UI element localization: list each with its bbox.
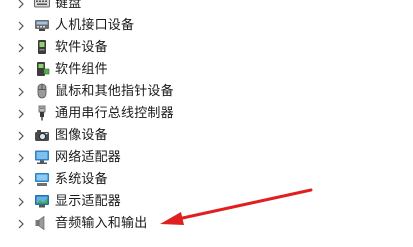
chevron-right-icon[interactable] [17, 219, 26, 229]
audio-icon [35, 215, 45, 231]
tree-item-label: 软件组件 [55, 62, 108, 77]
display-adapter-icon [35, 195, 49, 208]
tree-item-keyboard[interactable]: 键盘 [0, 0, 300, 15]
tree-item-label: 鼠标和其他指针设备 [55, 84, 174, 99]
system-device-icon [35, 173, 49, 186]
tree-item-system-device[interactable]: 系统设备 [0, 169, 300, 191]
chevron-right-icon[interactable] [17, 21, 26, 31]
mouse-icon [37, 83, 47, 99]
software-component-icon [37, 62, 50, 76]
tree-item-usb-controller[interactable]: 通用串行总线控制器 [0, 103, 300, 125]
tree-item-label: 显示适配器 [55, 194, 122, 209]
tree-item-software-component[interactable]: 软件组件 [0, 59, 300, 81]
tree-item-label: 系统设备 [55, 172, 108, 187]
chevron-right-icon[interactable] [17, 131, 26, 141]
tree-item-label: 图像设备 [55, 128, 108, 143]
software-device-icon [38, 40, 46, 54]
tree-item-label: 音频输入和输出 [55, 216, 148, 231]
tree-item-audio-io[interactable]: 音频输入和输出 [0, 213, 300, 235]
tree-item-hid[interactable]: 人机接口设备 [0, 15, 300, 37]
camera-icon [35, 130, 49, 141]
tree-item-software-device[interactable]: 软件设备 [0, 37, 300, 59]
chevron-right-icon[interactable] [17, 65, 26, 75]
tree-item-label: 键盘 [55, 0, 82, 11]
network-adapter-icon [35, 150, 49, 164]
tree-item-mouse[interactable]: 鼠标和其他指针设备 [0, 81, 300, 103]
usb-icon [38, 105, 46, 121]
chevron-right-icon[interactable] [17, 153, 26, 163]
tree-item-label: 网络适配器 [55, 150, 122, 165]
tree-item-label: 人机接口设备 [55, 18, 135, 33]
chevron-right-icon[interactable] [17, 175, 26, 185]
chevron-right-icon[interactable] [17, 197, 26, 207]
chevron-right-icon[interactable] [17, 87, 26, 97]
tree-item-imaging-device[interactable]: 图像设备 [0, 125, 300, 147]
chevron-right-icon[interactable] [17, 109, 26, 119]
keyboard-icon [34, 0, 50, 8]
hid-icon [35, 20, 49, 31]
chevron-right-icon[interactable] [17, 43, 26, 53]
chevron-right-icon[interactable] [17, 0, 26, 9]
tree-item-label: 软件设备 [55, 40, 108, 55]
tree-item-network-adapter[interactable]: 网络适配器 [0, 147, 300, 169]
tree-item-label: 通用串行总线控制器 [55, 106, 174, 121]
tree-item-display-adapter[interactable]: 显示适配器 [0, 191, 300, 213]
